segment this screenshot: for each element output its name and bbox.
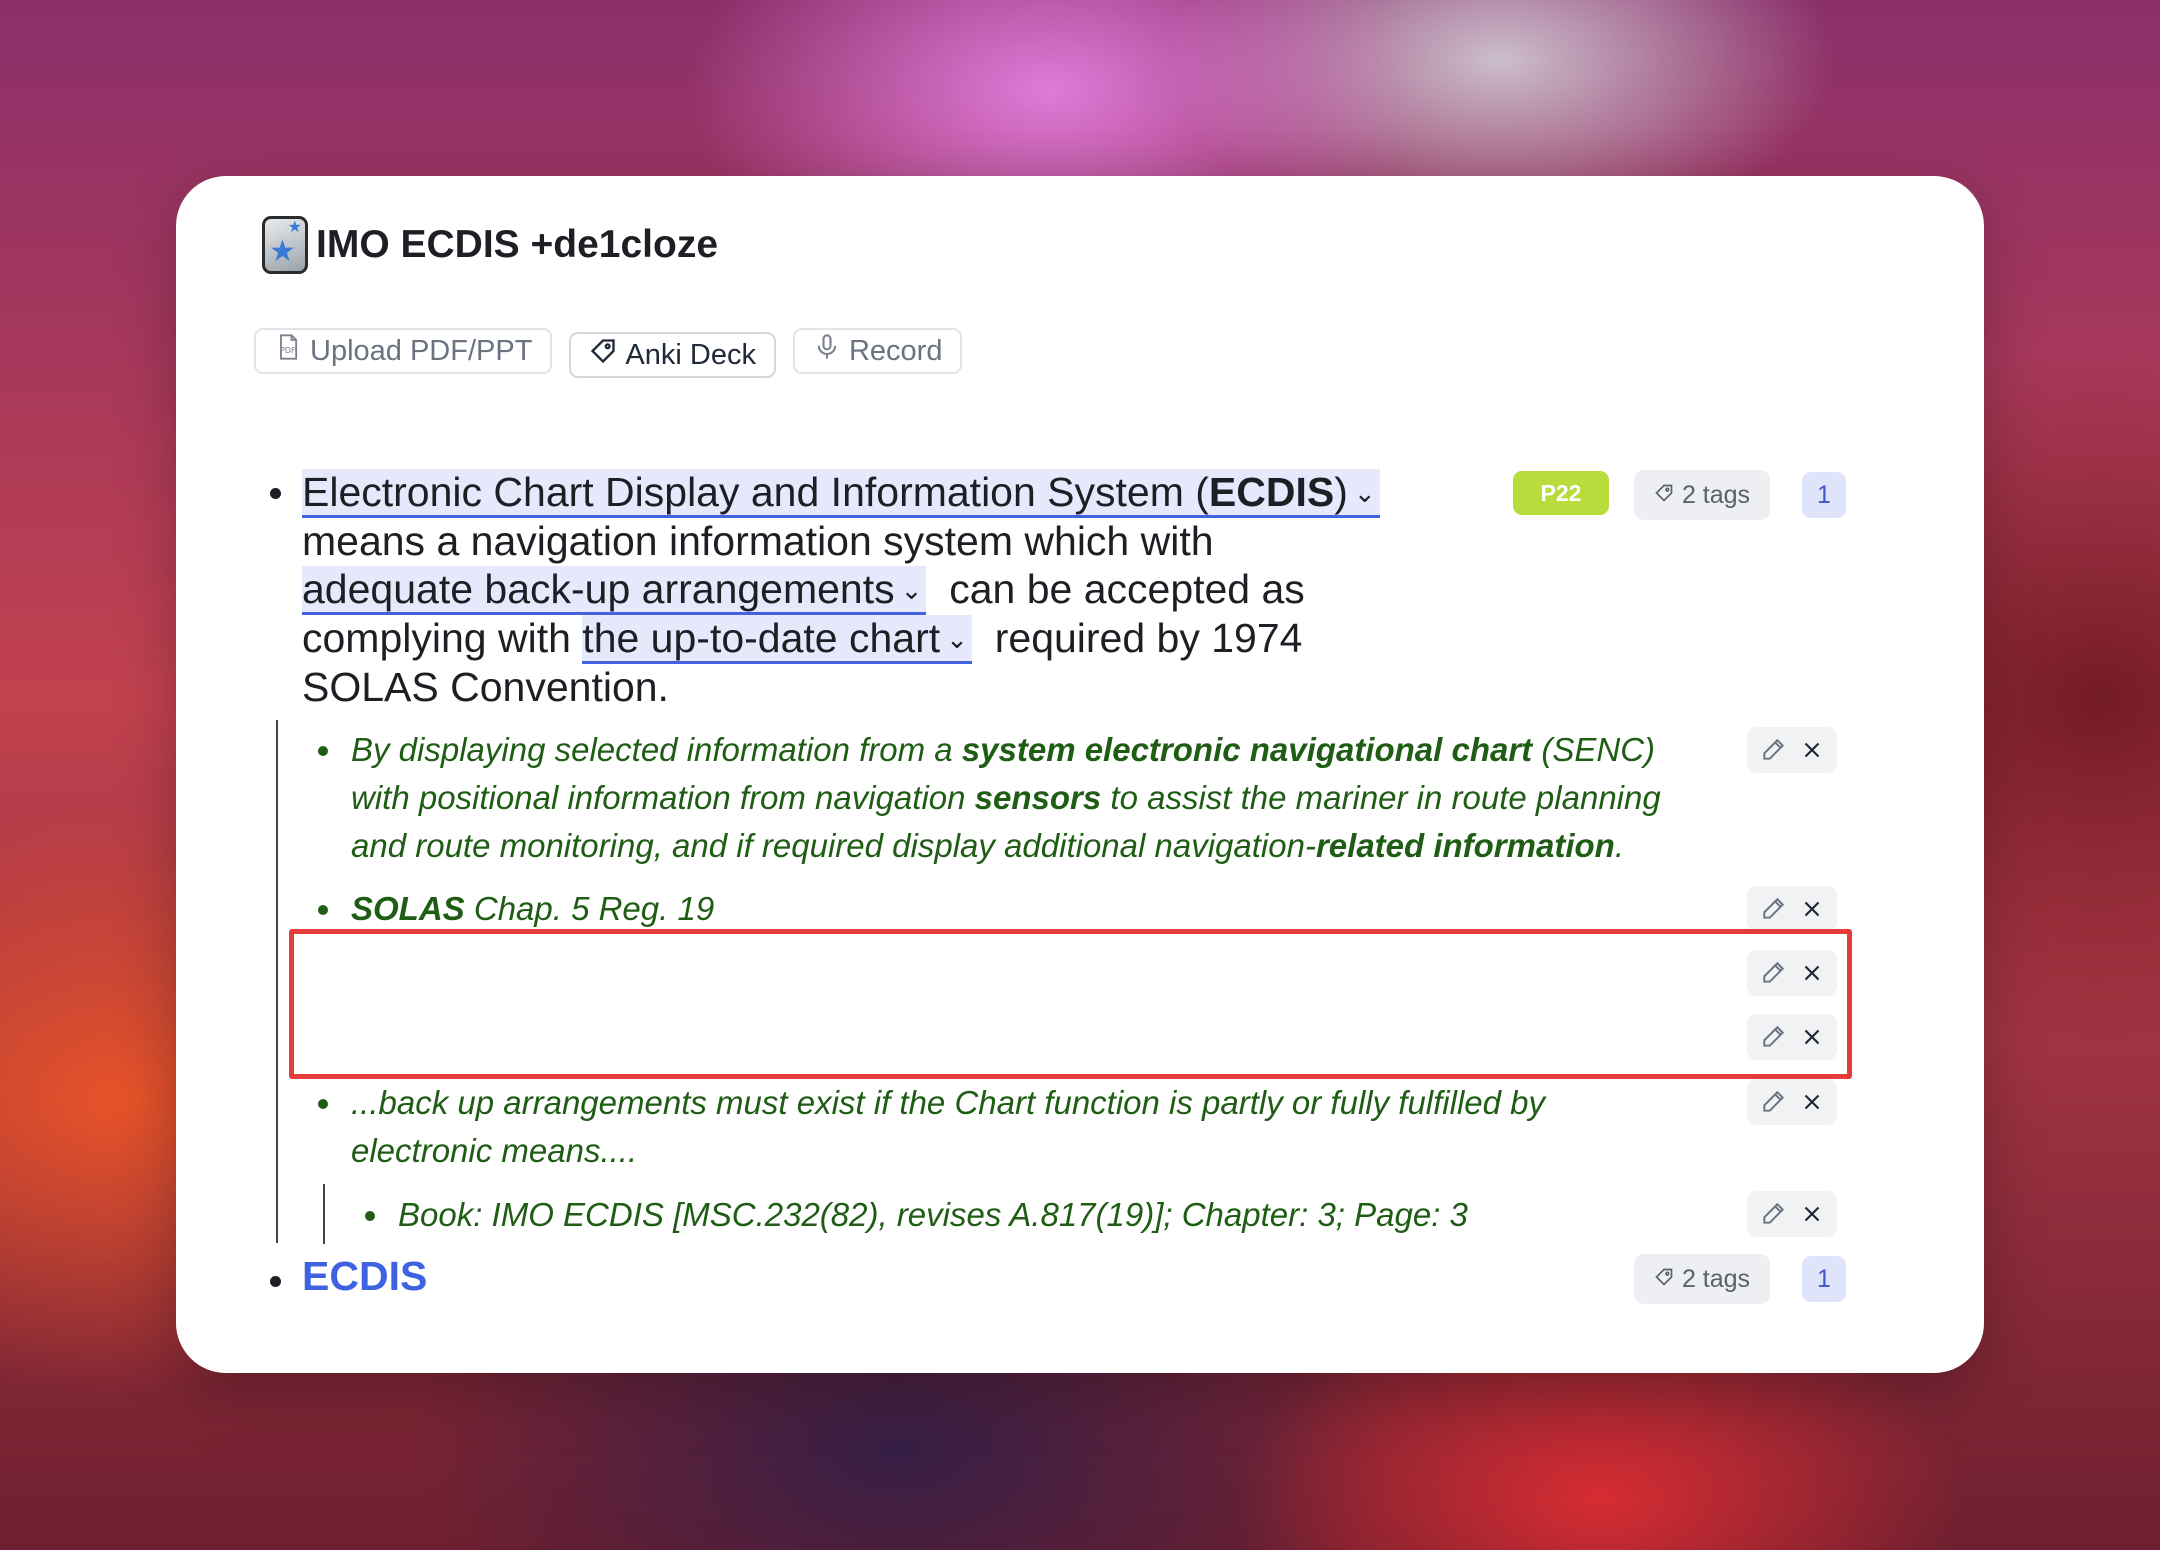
note-actions: [1747, 886, 1837, 932]
pencil-icon[interactable]: [1759, 1088, 1787, 1116]
upload-pdf-button[interactable]: PDF Upload PDF/PPT: [254, 328, 553, 374]
main-text-line: complying with: [302, 615, 571, 661]
outline-guide: [276, 720, 278, 1243]
note-actions: [1747, 727, 1837, 773]
sub-note-source: Book: IMO ECDIS [MSC.232(82), revises A.…: [398, 1196, 1468, 1233]
anki-star-icon: ★ ★: [262, 216, 308, 274]
main-text-line: means a navigation information system wh…: [302, 518, 1214, 564]
close-icon[interactable]: [1798, 1200, 1826, 1228]
deck-card: ★ ★ IMO ECDIS +de1cloze PDF Upload PDF/PP…: [176, 176, 1984, 1373]
sub-note-senc: By displaying selected information from …: [351, 731, 1661, 864]
anki-deck-label: Anki Deck: [625, 338, 756, 371]
record-label: Record: [848, 334, 943, 367]
toolbar: PDF Upload PDF/PPT Anki Deck Record: [254, 328, 963, 378]
tags-chip[interactable]: 2 tags: [1634, 1254, 1770, 1304]
card-count-badge[interactable]: 1: [1802, 472, 1846, 518]
main-text-line: SOLAS Convention.: [302, 664, 669, 710]
tag-icon: [589, 337, 617, 373]
tag-icon: [1654, 481, 1674, 510]
pdf-file-icon: PDF: [274, 333, 302, 369]
note-actions: [1747, 1191, 1837, 1237]
cloze-chart[interactable]: the up-to-date chart ⌄: [582, 615, 972, 664]
close-icon[interactable]: [1798, 736, 1826, 764]
outline-guide: [323, 1184, 325, 1244]
upload-pdf-label: Upload PDF/PPT: [310, 334, 533, 367]
note-actions: [1747, 1079, 1837, 1125]
main-note-bullet: [270, 1276, 281, 1287]
chevron-down-icon[interactable]: ⌄: [1354, 478, 1376, 508]
microphone-icon: [813, 333, 841, 369]
tags-label: 2 tags: [1681, 1264, 1751, 1293]
pencil-icon[interactable]: [1759, 895, 1787, 923]
deck-header: ★ ★ IMO ECDIS +de1cloze: [262, 216, 718, 274]
deck-title: IMO ECDIS +de1cloze: [316, 223, 719, 266]
note-bullet: [318, 746, 328, 756]
anki-deck-button[interactable]: Anki Deck: [569, 332, 776, 378]
tag-icon: [1654, 1265, 1674, 1294]
cloze-ecdis[interactable]: Electronic Chart Display and Information…: [302, 469, 1380, 518]
close-icon[interactable]: [1798, 1088, 1826, 1116]
pencil-icon[interactable]: [1759, 736, 1787, 764]
sub-note-backup: ...back up arrangements must exist if th…: [351, 1084, 1546, 1169]
note-bullet: [318, 1099, 328, 1109]
chevron-down-icon[interactable]: ⌄: [946, 624, 968, 654]
pencil-icon[interactable]: [1759, 1200, 1787, 1228]
note-bullet: [365, 1211, 375, 1221]
main-text-line: can be accepted as: [949, 566, 1305, 612]
page-badge[interactable]: P22: [1513, 471, 1609, 515]
main-note-text: Electronic Chart Display and Information…: [302, 468, 1382, 711]
tags-chip[interactable]: 2 tags: [1634, 470, 1770, 520]
highlight-box: [289, 929, 1852, 1079]
ecdis-note-link[interactable]: ECDIS: [302, 1253, 427, 1300]
sub-note-solas: SOLAS Chap. 5 Reg. 19: [351, 890, 715, 927]
svg-text:PDF: PDF: [280, 345, 296, 355]
card-count-badge[interactable]: 1: [1802, 1256, 1846, 1302]
main-text-line: required by 1974: [994, 615, 1303, 661]
tags-label: 2 tags: [1681, 480, 1751, 509]
main-note-bullet: [270, 488, 281, 499]
note-bullet: [318, 905, 328, 915]
record-button[interactable]: Record: [792, 328, 963, 374]
close-icon[interactable]: [1798, 895, 1826, 923]
chevron-down-icon[interactable]: ⌄: [901, 575, 923, 605]
cloze-backup[interactable]: adequate back-up arrangements ⌄: [302, 566, 927, 615]
